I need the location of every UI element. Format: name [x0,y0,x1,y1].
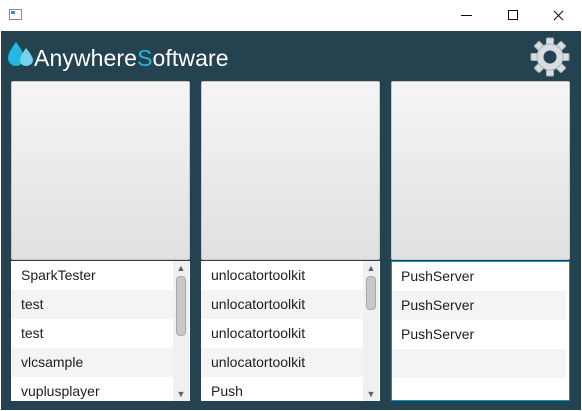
scroll-up-icon[interactable]: ▲ [363,261,379,275]
list-item[interactable]: Push [201,377,363,401]
panel-header-area [391,81,570,260]
app-window-icon [9,9,22,20]
water-drops-icon [8,42,33,66]
list-item[interactable]: unlocatortoolkit [201,261,363,290]
list-item-empty [392,349,566,378]
list-item[interactable]: PushServer [392,291,566,320]
minimize-button[interactable] [444,0,490,31]
list-item[interactable]: PushServer [392,262,566,291]
list-item[interactable]: PushServer [392,320,566,349]
project-list-2[interactable]: unlocatortoolkit unlocatortoolkit unloca… [201,261,380,401]
maximize-button[interactable] [490,0,536,31]
list-item[interactable]: vuplusplayer [11,377,173,401]
window-title-bar [0,0,582,31]
project-list-3[interactable]: PushServer PushServer PushServer [391,261,570,401]
gear-icon[interactable] [529,36,571,78]
app-main-area: AnywhereSoftware SparkTester test test v [1,31,581,410]
close-button[interactable] [536,0,582,31]
panel-header-area [201,81,380,260]
panel-header-area [11,81,190,260]
scroll-thumb[interactable] [366,276,376,310]
list-item[interactable]: test [11,319,173,348]
scroll-down-icon[interactable]: ▼ [363,387,379,401]
project-list-1[interactable]: SparkTester test test vlcsample vupluspl… [11,261,190,401]
scroll-thumb[interactable] [176,276,186,336]
list-item[interactable]: test [11,290,173,319]
scroll-up-icon[interactable]: ▲ [173,261,189,275]
list-item[interactable]: unlocatortoolkit [201,348,363,377]
list-item[interactable]: unlocatortoolkit [201,290,363,319]
list-item[interactable]: unlocatortoolkit [201,319,363,348]
project-panel-3: PushServer PushServer PushServer [391,81,570,401]
vertical-scrollbar[interactable]: ▲ ▼ [363,261,379,401]
scroll-down-icon[interactable]: ▼ [173,387,189,401]
list-item[interactable]: SparkTester [11,261,173,290]
list-item[interactable]: vlcsample [11,348,173,377]
brand-name-accent: S [137,45,153,71]
project-panel-1: SparkTester test test vlcsample vupluspl… [11,81,190,401]
brand-name: AnywhereSoftware [34,45,229,71]
project-panel-2: unlocatortoolkit unlocatortoolkit unloca… [201,81,380,401]
brand-name-part-1: Anywhere [34,45,138,71]
vertical-scrollbar[interactable]: ▲ ▼ [173,261,189,401]
brand-name-part-3: oftware [152,45,229,71]
